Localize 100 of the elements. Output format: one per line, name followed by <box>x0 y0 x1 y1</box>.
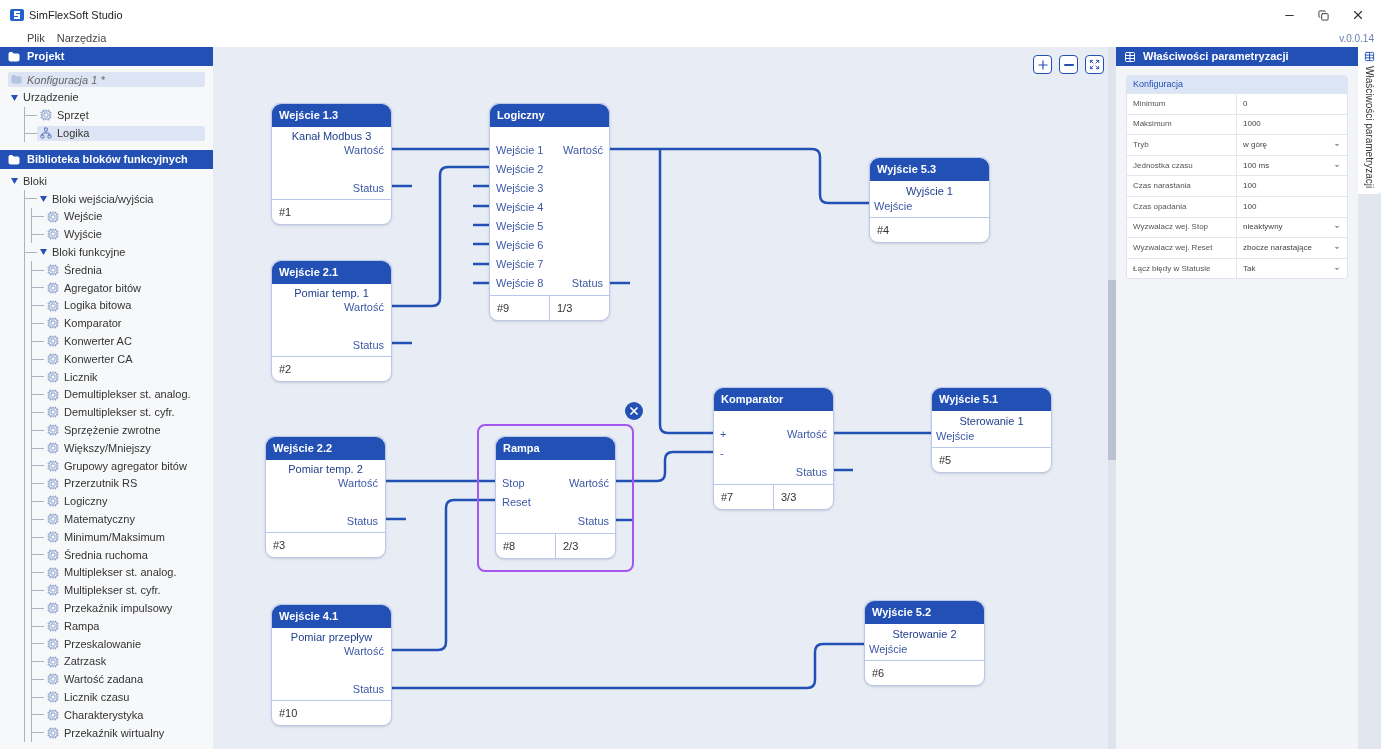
tree-item[interactable]: Grupowy agregator bitów <box>44 458 205 474</box>
tree-item[interactable]: Licznik czasu <box>44 689 205 705</box>
port-label: Status <box>346 513 378 528</box>
caret-icon[interactable] <box>11 178 18 185</box>
zoom-out-button[interactable] <box>1059 55 1078 74</box>
function-block[interactable]: Wyjście 5.3 Wyjście 1 Wejście #4 <box>869 157 990 243</box>
tree-item[interactable]: Wejście <box>44 209 205 225</box>
caret-icon[interactable] <box>11 94 18 101</box>
tree-item[interactable]: Multiplekser st. cyfr. <box>44 582 205 598</box>
diagram-canvas[interactable] <box>213 47 1108 749</box>
function-block[interactable]: Wejście 4.1 Pomiar przepływ Wartość Status #10 <box>271 604 392 726</box>
tree-item[interactable]: Logika bitowa <box>44 298 205 314</box>
function-block[interactable]: Wejście 2.1 Pomiar temp. 1 Wartość Status #2 <box>271 260 392 382</box>
tree-item[interactable]: Wyjście <box>44 226 205 242</box>
tree-item[interactable]: Demultiplekser st. cyfr. <box>44 404 205 420</box>
port-label: Wejście <box>869 642 908 656</box>
property-field[interactable]: 100 <box>1237 176 1347 196</box>
block-subtitle: Sterowanie 1 <box>959 414 1024 429</box>
port-stub <box>833 468 853 472</box>
port-stub <box>392 341 412 345</box>
port-stub <box>386 517 406 521</box>
tree-item[interactable]: Sprzężenie zwrotne <box>44 422 205 438</box>
port-label: Wejście 7 <box>496 256 544 271</box>
tree-item[interactable]: Charakterystyka <box>44 707 205 723</box>
expand-icon <box>1089 59 1100 70</box>
tree-item[interactable]: Bloki <box>8 173 205 189</box>
block-footer-cell: 3/3 <box>773 485 833 509</box>
property-select[interactable]: Tak <box>1237 258 1347 279</box>
tree-item[interactable]: Przeskalowanie <box>44 636 205 652</box>
tree-item[interactable]: Minimum/Maksimum <box>44 529 205 545</box>
tree-item[interactable]: Średnia <box>44 262 205 278</box>
tree-item[interactable]: Rampa <box>44 618 205 634</box>
folder-icon <box>8 50 20 63</box>
function-block[interactable]: Wyjście 5.2 Sterowanie 2 Wejście #6 <box>864 600 985 686</box>
minus-icon <box>1063 63 1074 66</box>
block-subtitle: Sterowanie 2 <box>892 627 957 642</box>
property-select[interactable]: nieaktywny <box>1237 217 1347 238</box>
tree-item[interactable]: Przekaźnik impulsowy <box>44 600 205 616</box>
property-select[interactable]: w górę <box>1237 135 1347 155</box>
menu-item[interactable]: Narzędzia <box>56 30 107 47</box>
chip-icon <box>47 299 59 312</box>
tree-item[interactable]: Multiplekser st. analog. <box>44 565 205 581</box>
tree-item[interactable]: Przerzutnik RS <box>44 476 205 492</box>
version-label: v.0.0.14 <box>1339 32 1374 46</box>
tree-item[interactable]: Konwerter AC <box>44 333 205 349</box>
port-stub <box>610 281 630 285</box>
tree-item[interactable]: Większy/Mniejszy <box>44 440 205 456</box>
chip-icon <box>47 370 59 383</box>
property-label: Łącz błędy w Statusie <box>1127 258 1237 279</box>
close-button[interactable] <box>625 402 643 420</box>
tree-item[interactable]: Zatrzask <box>44 654 205 670</box>
block-subtitle: Pomiar temp. 2 <box>288 462 363 476</box>
tree-item[interactable]: Średnia ruchoma <box>44 547 205 563</box>
tree-item[interactable]: Komparator <box>44 315 205 331</box>
scrollbar-thumb[interactable] <box>1108 280 1116 460</box>
panel-header: Projekt <box>0 47 213 66</box>
property-field[interactable]: 100 <box>1237 196 1347 217</box>
property-label: Tryb <box>1127 135 1237 155</box>
block-footer-cell-text: #5 <box>938 452 953 468</box>
port-label: Wartość <box>569 475 609 490</box>
property-select[interactable]: zbocze narastające <box>1237 238 1347 258</box>
property-field[interactable]: 1000 <box>1237 114 1347 135</box>
tree-item[interactable]: Agregator bitów <box>44 280 205 296</box>
plus-icon <box>1035 57 1050 72</box>
port-label: Wejście 4 <box>496 199 544 214</box>
tree-item[interactable]: Konwerter CA <box>44 351 205 367</box>
tree-item[interactable]: Bloki funkcyjne <box>37 244 205 260</box>
tree-item[interactable]: Sprzęt <box>37 108 205 123</box>
block-footer-cell-text: #9 <box>496 300 511 316</box>
tree-item[interactable]: Konfiguracja 1 * <box>8 72 205 88</box>
tree-item[interactable]: Demultiplekser st. analog. <box>44 387 205 403</box>
tree-item[interactable]: Wartość zadana <box>44 671 205 687</box>
chip-icon <box>47 566 59 579</box>
tree-item[interactable]: Matematyczny <box>44 511 205 527</box>
chip-icon <box>47 335 59 348</box>
function-block[interactable]: Komparator + Wartość - Status #7 3/3 <box>713 387 834 510</box>
tree-item[interactable]: Przekaźnik wirtualny <box>44 725 205 741</box>
caret-icon[interactable] <box>40 195 47 202</box>
restore-icon[interactable] <box>1318 9 1329 21</box>
side-tab[interactable]: Właściwości parametryzacji <box>1358 47 1381 195</box>
tree-item[interactable]: Bloki wejścia/wyjścia <box>37 191 205 207</box>
property-field[interactable]: 0 <box>1237 94 1347 114</box>
fit-view-button[interactable] <box>1085 55 1104 74</box>
caret-icon[interactable] <box>40 249 47 256</box>
function-block[interactable]: Wejście 1.3 Kanał Modbus 3 Wartość Status #1 <box>271 103 392 225</box>
tree-item[interactable]: Licznik <box>44 369 205 385</box>
function-block[interactable]: Logiczny Wejście 1 Wartość Wejście 2 Wejście 3 Wejście 4 Wejście 5 Wejście 6 Wejście 7 Wejście 8 Status #9 1/3 <box>489 103 610 321</box>
close-icon[interactable] <box>1351 8 1365 22</box>
block-title: Wyjście 5.2 <box>872 605 932 621</box>
zoom-in-button[interactable] <box>1033 55 1052 74</box>
function-block[interactable]: Wejście 2.2 Pomiar temp. 2 Wartość Status #3 <box>265 436 386 558</box>
property-select[interactable]: 100 ms <box>1237 155 1347 176</box>
function-block[interactable]: Rampa Stop Wartość Reset Status #8 2/3 <box>495 436 616 559</box>
tree-item[interactable]: Logiczny <box>44 493 205 509</box>
tree-item[interactable]: Urządzenie <box>8 90 205 106</box>
table-icon <box>1364 51 1375 62</box>
tree-item[interactable]: Logika <box>37 125 205 141</box>
menu-item[interactable]: Plik <box>27 30 45 47</box>
port-label: Wartość <box>338 476 378 490</box>
function-block[interactable]: Wyjście 5.1 Sterowanie 1 Wejście #5 <box>931 387 1052 473</box>
